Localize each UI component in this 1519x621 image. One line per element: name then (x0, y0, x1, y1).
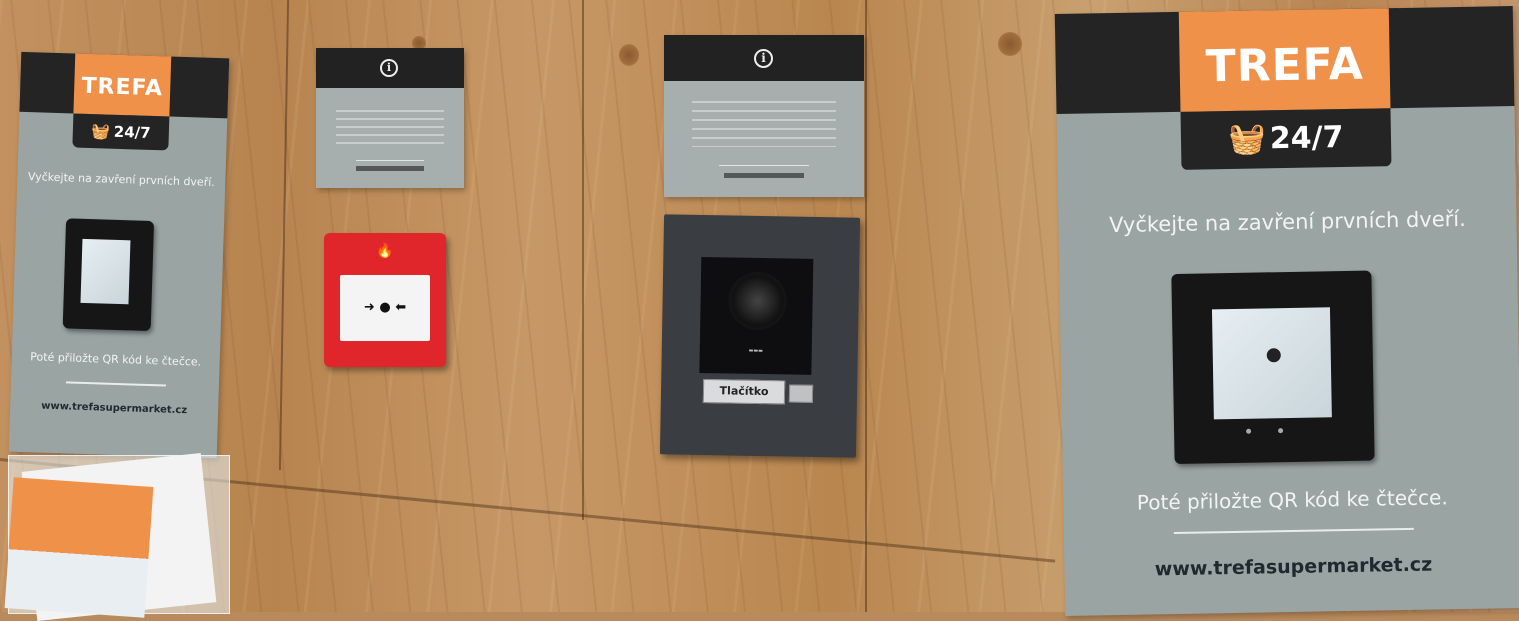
info-icon: i (754, 49, 773, 68)
hours-label: 24/7 (1269, 120, 1344, 157)
info-sign-left: i (316, 48, 464, 188)
qr-reader (62, 218, 155, 332)
hours-badge: 🧺 24/7 (72, 113, 170, 151)
flame-icon: 🔥 (376, 243, 394, 259)
leaflet[interactable] (4, 477, 154, 618)
reader-led (1246, 428, 1252, 434)
intercom-call-button[interactable]: Tlačítko (702, 379, 786, 405)
info-sign-text (336, 110, 444, 144)
basket-icon: 🧺 (1228, 121, 1267, 158)
camera-module: ▬▬▬ (699, 256, 814, 375)
camera-brand: ▬▬▬ (748, 347, 763, 355)
info-sign-url (356, 166, 424, 171)
info-sign-text (692, 101, 836, 147)
basket-icon: 🧺 (90, 122, 111, 141)
website-url: www.trefasupermarket.cz (41, 400, 188, 417)
fire-alarm-call-point[interactable]: 🔥 ➜ ● ⬅ (324, 233, 446, 367)
divider (356, 160, 424, 161)
info-sign-right: i (664, 35, 864, 197)
info-icon: i (380, 59, 398, 77)
camera-lens (728, 271, 788, 331)
qr-reader-screen (80, 238, 131, 305)
panel-seam (865, 0, 867, 612)
panel-seam (582, 0, 584, 520)
info-sign-url (724, 173, 804, 178)
wait-message: Vyčkejte na zavření prvních dveří. (27, 170, 215, 189)
scanner-sensor (1266, 348, 1281, 363)
hours-label: 24/7 (113, 122, 151, 142)
divider (719, 165, 809, 166)
qr-message: Poté přiložte QR kód ke čtečce. (1136, 485, 1448, 515)
wood-knot (619, 44, 639, 66)
qr-reader-screen (1211, 307, 1332, 420)
reader-led (1278, 428, 1284, 434)
trefa-poster-large: TREFA 🧺 24/7 Vyčkejte na zavření prvních … (1054, 6, 1519, 616)
hours-badge: 🧺 24/7 (1180, 108, 1392, 170)
leaflet-stand (4, 453, 230, 621)
qr-message: Poté přiložte QR kód ke čtečce. (30, 350, 202, 369)
wait-message: Vyčkejte na zavření prvních dveří. (1108, 206, 1467, 238)
divider (65, 381, 166, 387)
trefa-poster-small: TREFA 🧺 24/7 Vyčkejte na zavření prvních … (8, 51, 230, 459)
divider (1173, 527, 1414, 535)
break-glass-panel[interactable]: ➜ ● ⬅ (340, 275, 430, 341)
trefa-logo: TREFA (1178, 8, 1391, 112)
website-url: www.trefasupermarket.cz (1154, 553, 1433, 581)
intercom-panel: ▬▬▬ Tlačítko (659, 214, 861, 458)
intercom-secondary-button[interactable] (788, 384, 814, 403)
qr-reader (1171, 270, 1375, 465)
wood-knot (998, 32, 1022, 56)
trefa-logo: TREFA (73, 53, 172, 117)
